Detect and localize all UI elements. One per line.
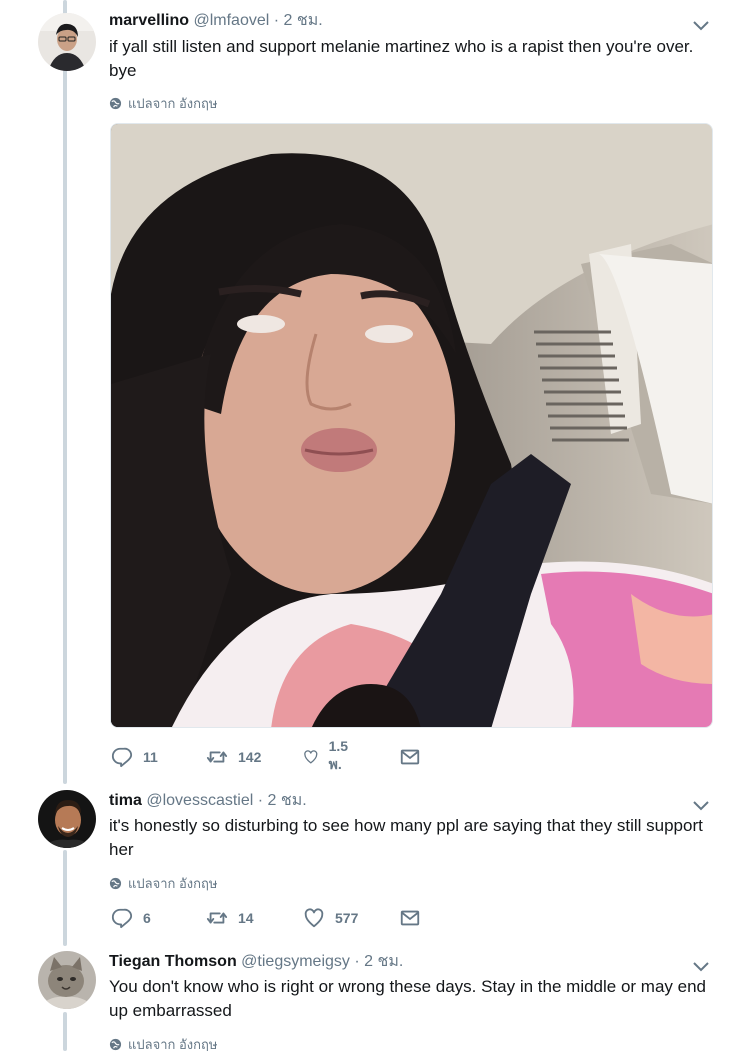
like-count: 577 bbox=[335, 910, 359, 926]
avatar[interactable] bbox=[38, 13, 96, 71]
dm-button[interactable] bbox=[399, 906, 421, 930]
separator-dot: · bbox=[354, 953, 360, 970]
retweet-icon bbox=[206, 751, 228, 763]
retweet-button[interactable]: 14 bbox=[206, 906, 254, 930]
display-name[interactable]: Tiegan Thomson bbox=[109, 953, 237, 970]
timestamp[interactable]: 2 ชม. bbox=[268, 792, 307, 809]
globe-icon bbox=[109, 1038, 122, 1051]
reply-count: 11 bbox=[143, 749, 158, 765]
heart-icon bbox=[304, 750, 318, 764]
display-name[interactable]: marvellino bbox=[109, 12, 189, 29]
tweet-text: You don't know who is right or wrong the… bbox=[109, 977, 707, 1020]
retweet-count: 142 bbox=[238, 749, 262, 765]
reply-count: 6 bbox=[143, 910, 151, 926]
retweet-icon bbox=[206, 912, 228, 924]
translate-label: แปลจาก อังกฤษ bbox=[128, 876, 218, 891]
translate-link[interactable]: แปลจาก อังกฤษ bbox=[109, 93, 217, 114]
tweet-text: it's honestly so disturbing to see how m… bbox=[109, 816, 703, 859]
heart-icon bbox=[304, 908, 324, 928]
chevron-down-icon[interactable] bbox=[692, 20, 710, 32]
translate-label: แปลจาก อังกฤษ bbox=[128, 1037, 218, 1051]
tweet[interactable]: marvellino @lmfaovel · 2 ชม. if yall sti… bbox=[0, 10, 753, 780]
chevron-down-icon[interactable] bbox=[692, 800, 710, 812]
user-handle[interactable]: @lmfaovel bbox=[193, 12, 269, 29]
timestamp[interactable]: 2 ชม. bbox=[284, 12, 323, 29]
tweet-text: if yall still listen and support melanie… bbox=[109, 37, 694, 80]
separator-dot: · bbox=[273, 12, 280, 29]
envelope-icon bbox=[400, 910, 420, 926]
chevron-down-icon[interactable] bbox=[692, 961, 710, 973]
like-button[interactable]: 577 bbox=[303, 906, 358, 930]
dm-button[interactable] bbox=[399, 745, 421, 769]
like-count: 1.5 พ. bbox=[328, 738, 349, 772]
retweet-button[interactable]: 142 bbox=[206, 745, 261, 769]
like-button[interactable]: 1.5 พ. bbox=[303, 738, 354, 772]
envelope-icon bbox=[400, 749, 420, 765]
translate-link[interactable]: แปลจาก อังกฤษ bbox=[109, 873, 217, 894]
retweet-count: 14 bbox=[238, 910, 254, 926]
globe-icon bbox=[109, 877, 122, 890]
tweet-media[interactable] bbox=[110, 123, 713, 728]
reply-icon bbox=[111, 747, 133, 768]
translate-link[interactable]: แปลจาก อังกฤษ bbox=[109, 1034, 217, 1051]
tweet-header: Tiegan Thomson @tiegsymeigsy · 2 ชม. bbox=[109, 951, 403, 973]
timestamp[interactable]: 2 ชม. bbox=[364, 953, 403, 970]
separator-dot: · bbox=[257, 792, 264, 809]
user-handle[interactable]: @tiegsymeigsy bbox=[241, 953, 350, 970]
tweet[interactable]: Tiegan Thomson @tiegsymeigsy · 2 ชม. You… bbox=[0, 951, 753, 1051]
reply-icon bbox=[111, 908, 133, 929]
reply-button[interactable]: 6 bbox=[111, 906, 151, 930]
globe-icon bbox=[109, 97, 122, 110]
reply-button[interactable]: 11 bbox=[111, 745, 158, 769]
tweet-header: marvellino @lmfaovel · 2 ชม. bbox=[109, 10, 323, 32]
avatar[interactable] bbox=[38, 951, 96, 1009]
translate-label: แปลจาก อังกฤษ bbox=[128, 96, 218, 111]
tweet[interactable]: tima @lovesscastiel · 2 ชม. it's honestl… bbox=[0, 790, 753, 940]
avatar[interactable] bbox=[38, 790, 96, 848]
display-name[interactable]: tima bbox=[109, 792, 142, 809]
user-handle[interactable]: @lovesscastiel bbox=[146, 792, 253, 809]
tweet-header: tima @lovesscastiel · 2 ชม. bbox=[109, 790, 307, 812]
